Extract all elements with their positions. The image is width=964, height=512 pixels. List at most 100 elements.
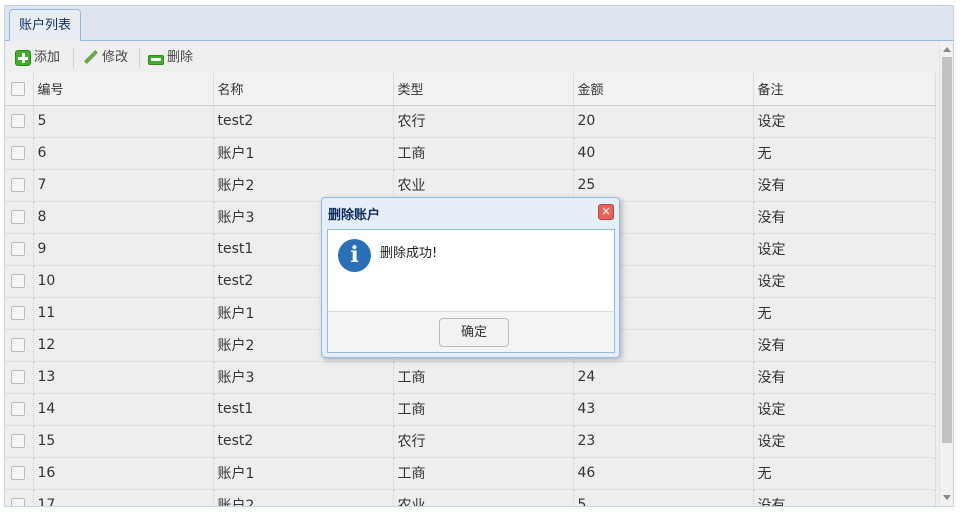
row-checkbox[interactable] [11,306,25,320]
select-all-checkbox[interactable] [11,81,25,96]
add-button[interactable]: 添加 [15,48,60,68]
dialog-footer: 确定 [327,311,615,353]
tab-bar: 账户列表 [5,6,953,41]
cell-amount: 40 [573,137,754,170]
row-checkbox[interactable] [11,114,25,128]
cell-amount: 20 [573,105,754,138]
table-row[interactable]: 13 账户3 工商 24 没有 [5,361,936,394]
cell-type: 工商 [393,457,574,490]
cell-type: 工商 [393,361,574,394]
table-row[interactable]: 5 test2 农行 20 设定 [5,105,936,138]
row-checkbox[interactable] [11,434,25,448]
cell-type: 农业 [393,489,574,506]
cell-remark: 无 [753,137,936,170]
delete-button[interactable]: 删除 [148,48,193,68]
cell-id: 9 [33,233,214,266]
row-checkbox[interactable] [11,338,25,352]
column-header-type[interactable]: 类型 [393,73,574,106]
ok-button[interactable]: 确定 [439,318,509,347]
cell-id: 15 [33,425,214,458]
cell-remark: 没有 [753,329,936,362]
scroll-thumb[interactable] [942,57,952,443]
cell-remark: 设定 [753,425,936,458]
cell-id: 10 [33,265,214,298]
cell-amount: 43 [573,393,754,426]
cell-id: 7 [33,169,214,202]
add-icon [15,50,31,66]
dialog-message: 删除成功! [380,246,438,261]
dialog-body: i 删除成功! [327,229,615,311]
cell-amount: 46 [573,457,754,490]
row-checkbox-cell [5,489,34,506]
delete-account-dialog: 删除账户 × i 删除成功! 确定 [321,197,620,358]
info-icon: i [338,239,371,272]
cell-id: 6 [33,137,214,170]
cell-id: 13 [33,361,214,394]
cell-amount: 24 [573,361,754,394]
column-header-name[interactable]: 名称 [213,73,394,106]
row-checkbox[interactable] [11,210,25,224]
cell-type: 农行 [393,425,574,458]
edit-button-label: 修改 [102,50,129,65]
row-checkbox-cell [5,329,34,362]
table-row[interactable]: 6 账户1 工商 40 无 [5,137,936,170]
cell-remark: 设定 [753,393,936,426]
table-row[interactable]: 16 账户1 工商 46 无 [5,457,936,490]
cell-id: 12 [33,329,214,362]
row-checkbox[interactable] [11,242,25,256]
row-checkbox-cell [5,105,34,138]
row-checkbox-cell [5,425,34,458]
edit-button[interactable]: 修改 [83,48,128,68]
cell-id: 14 [33,393,214,426]
cell-remark: 没有 [753,169,936,202]
row-checkbox-cell [5,169,34,202]
toolbar: 添加 修改 删除 [5,42,939,73]
table-row[interactable]: 14 test1 工商 43 设定 [5,393,936,426]
row-checkbox-cell [5,201,34,234]
cell-remark: 设定 [753,105,936,138]
row-checkbox[interactable] [11,370,25,384]
close-icon[interactable]: × [598,204,614,220]
header-row: 编号 名称 类型 金额 备注 [5,73,936,106]
cell-remark: 设定 [753,265,936,298]
tab-account-list[interactable]: 账户列表 [9,9,82,41]
cell-name: test2 [213,425,394,458]
row-checkbox-cell [5,137,34,170]
cell-type: 工商 [393,137,574,170]
cell-id: 8 [33,201,214,234]
cell-remark: 没有 [753,201,936,234]
cell-remark: 没有 [753,489,936,506]
row-checkbox[interactable] [11,402,25,416]
cell-name: test1 [213,393,394,426]
row-checkbox-cell [5,393,34,426]
row-checkbox-cell [5,233,34,266]
cell-type: 工商 [393,393,574,426]
vertical-scrollbar[interactable] [939,41,953,506]
cell-name: 账户1 [213,137,394,170]
table-row[interactable]: 17 账户2 农业 5 没有 [5,489,936,506]
column-header-amount[interactable]: 金额 [573,73,754,106]
cell-name: 账户1 [213,457,394,490]
cell-remark: 没有 [753,361,936,394]
row-checkbox[interactable] [11,146,25,160]
table-row[interactable]: 15 test2 农行 23 设定 [5,425,936,458]
toolbar-separator [73,48,74,68]
cell-type: 农行 [393,105,574,138]
cell-amount: 23 [573,425,754,458]
scroll-down-icon[interactable] [943,495,951,500]
row-checkbox[interactable] [11,498,25,506]
cell-id: 11 [33,297,214,330]
row-checkbox-cell [5,457,34,490]
row-checkbox[interactable] [11,274,25,288]
row-checkbox[interactable] [11,178,25,192]
column-header-remark[interactable]: 备注 [753,73,936,106]
column-header-id[interactable]: 编号 [33,73,214,106]
scroll-up-icon[interactable] [943,47,951,52]
toolbar-separator [139,48,140,68]
row-checkbox-cell [5,361,34,394]
add-button-label: 添加 [34,50,61,65]
row-checkbox[interactable] [11,466,25,480]
pencil-icon [83,50,99,66]
cell-name: 账户3 [213,361,394,394]
row-checkbox-cell [5,265,34,298]
